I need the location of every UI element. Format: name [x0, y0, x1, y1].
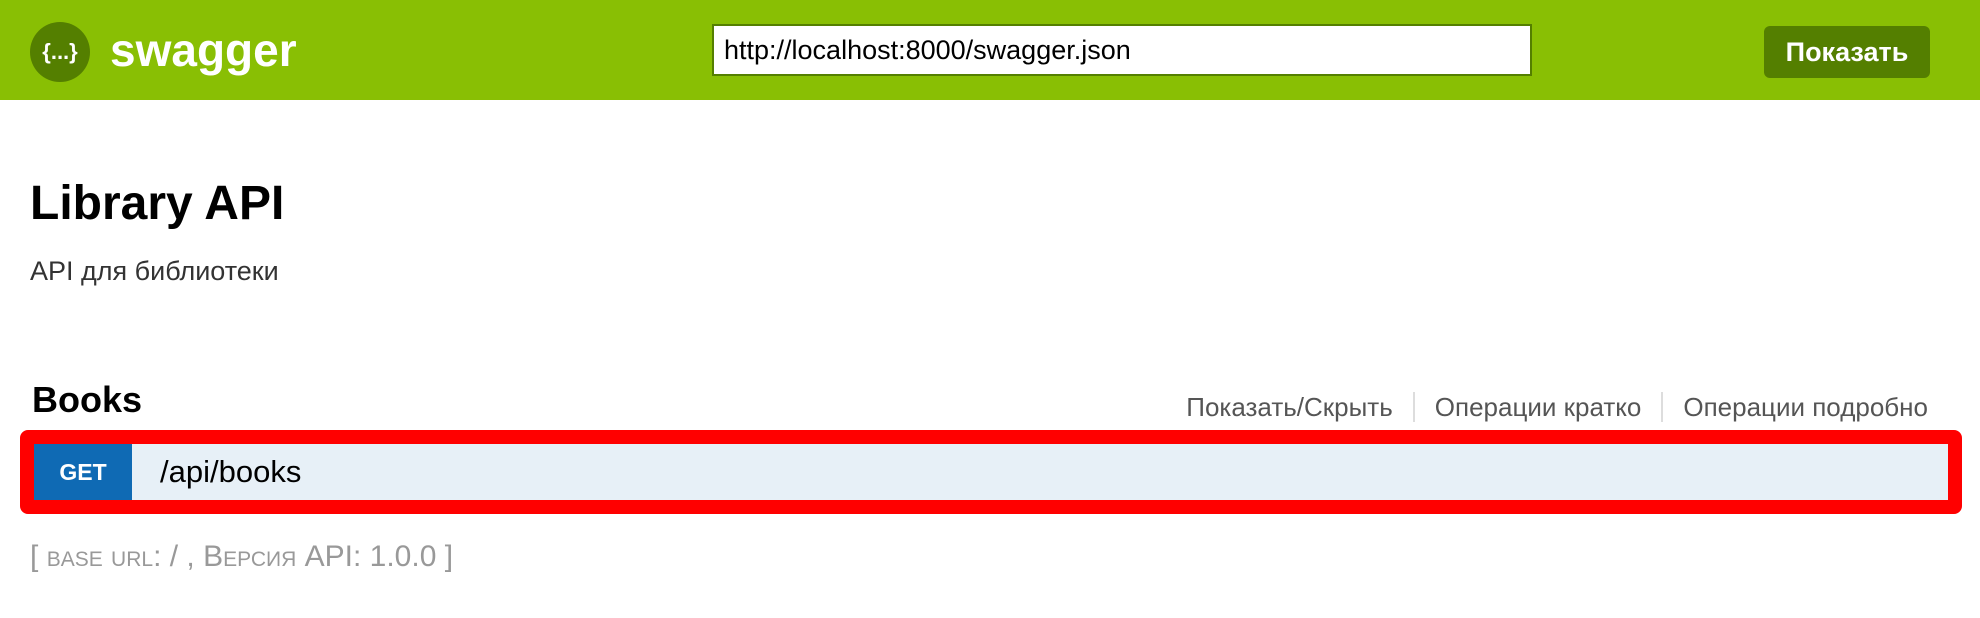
section-links: Показать/Скрыть Операции кратко Операции…	[1166, 390, 1928, 424]
explore-button[interactable]: Показать	[1764, 26, 1930, 78]
version-label: Версия	[203, 540, 297, 573]
spec-url-input[interactable]	[712, 24, 1532, 76]
show-hide-link[interactable]: Показать/Скрыть	[1166, 390, 1413, 424]
section-title-books[interactable]: Books	[32, 378, 142, 422]
base-url-version-info: [ base url: / , Версия API: 1.0.0 ]	[30, 538, 453, 576]
footer-open-bracket: [	[30, 540, 39, 573]
version-value: API: 1.0.0	[296, 540, 437, 573]
method-badge-get[interactable]: GET	[34, 444, 132, 500]
endpoint-path[interactable]: /api/books	[160, 454, 301, 490]
endpoint-get-api-books[interactable]: GET /api/books	[34, 444, 1948, 500]
swagger-logo-icon[interactable]: {...}	[30, 22, 90, 82]
top-bar: {...} swagger Показать	[0, 0, 1980, 100]
expand-operations-link[interactable]: Операции подробно	[1663, 390, 1928, 424]
api-description: API для библиотеки	[30, 256, 279, 286]
base-url-value: : / ,	[153, 540, 204, 573]
footer-close-bracket: ]	[444, 540, 454, 573]
swagger-logo-text[interactable]: swagger	[110, 22, 297, 78]
page-title: Library API	[30, 177, 285, 230]
base-url-label: base url	[46, 540, 154, 573]
list-operations-link[interactable]: Операции кратко	[1415, 390, 1662, 424]
